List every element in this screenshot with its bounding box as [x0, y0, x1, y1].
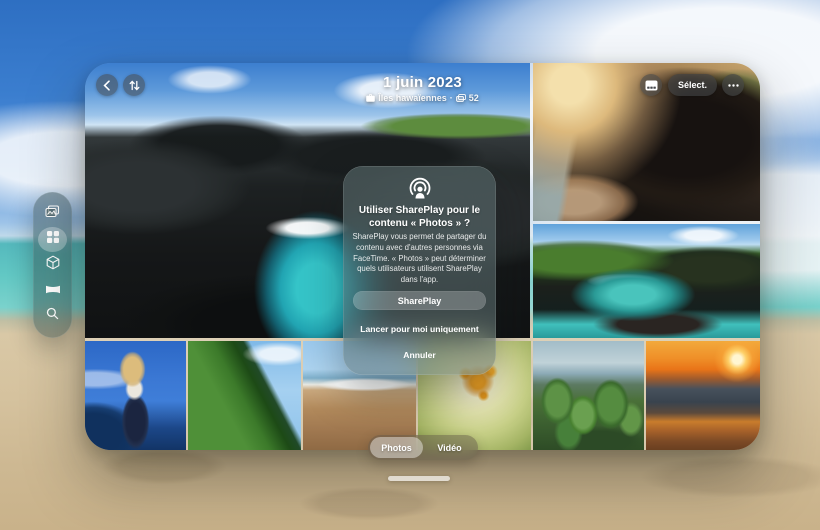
shareplay-icon: [409, 177, 430, 199]
photo-count: 52: [468, 93, 479, 103]
suitcase-icon: [366, 94, 376, 102]
photo-stack-icon: [455, 94, 466, 102]
photos-stack-icon: [45, 205, 60, 223]
sidebar-item-search[interactable]: [38, 303, 67, 329]
sidebar-item-panoramas[interactable]: [38, 278, 67, 304]
tab-photos-label: Photos: [381, 442, 412, 453]
tab-photos[interactable]: Photos: [370, 437, 423, 458]
tab-video[interactable]: Vidéo: [423, 437, 476, 458]
separator-dot: ·: [449, 93, 453, 103]
sidebar-item-albums[interactable]: [38, 226, 67, 253]
shareplay-dialog: Utiliser SharePlay pour le contenu « Pho…: [343, 166, 496, 375]
photo-ocean-sunset[interactable]: [646, 341, 760, 450]
grid-icon: [46, 230, 60, 249]
shareplay-confirm-button[interactable]: SharePlay: [353, 291, 486, 310]
sidebar-item-spatial[interactable]: [38, 252, 67, 278]
grid-view-button[interactable]: [640, 74, 662, 96]
location-label: Îles hawaïennes: [378, 93, 447, 103]
ellipsis-icon: [727, 83, 739, 87]
search-icon: [46, 307, 59, 325]
sidebar: [33, 192, 72, 338]
start-for-me-only-label: Lancer pour moi uniquement: [360, 324, 479, 334]
tab-video-label: Vidéo: [437, 442, 462, 453]
sidebar-item-photos[interactable]: [38, 201, 67, 227]
media-type-toggle: Photos Vidéo: [368, 435, 478, 460]
dialog-title: Utiliser SharePlay pour le contenu « Pho…: [358, 205, 481, 229]
select-button-label: Sélect.: [678, 80, 708, 90]
shareplay-confirm-label: SharePlay: [397, 295, 442, 306]
start-for-me-only-button[interactable]: Lancer pour moi uniquement: [343, 324, 496, 334]
photo-woman-on-cliff[interactable]: [85, 341, 186, 450]
cancel-label: Annuler: [403, 350, 436, 360]
cube-icon: [46, 255, 60, 275]
photo-green-cliffs[interactable]: [188, 341, 301, 450]
more-button[interactable]: [722, 74, 744, 96]
photo-cactus[interactable]: [533, 341, 644, 450]
window-drag-handle[interactable]: [388, 476, 450, 481]
select-button[interactable]: Sélect.: [668, 74, 718, 96]
dialog-body: SharePlay vous permet de partager du con…: [352, 232, 487, 284]
cancel-button[interactable]: Annuler: [343, 350, 496, 360]
header-subtitle: Îles hawaïennes · 52: [85, 93, 760, 103]
photo-black-sand-cove[interactable]: [533, 224, 760, 338]
panorama-icon: [45, 282, 61, 300]
thumbnail-grid-icon: [645, 80, 657, 90]
